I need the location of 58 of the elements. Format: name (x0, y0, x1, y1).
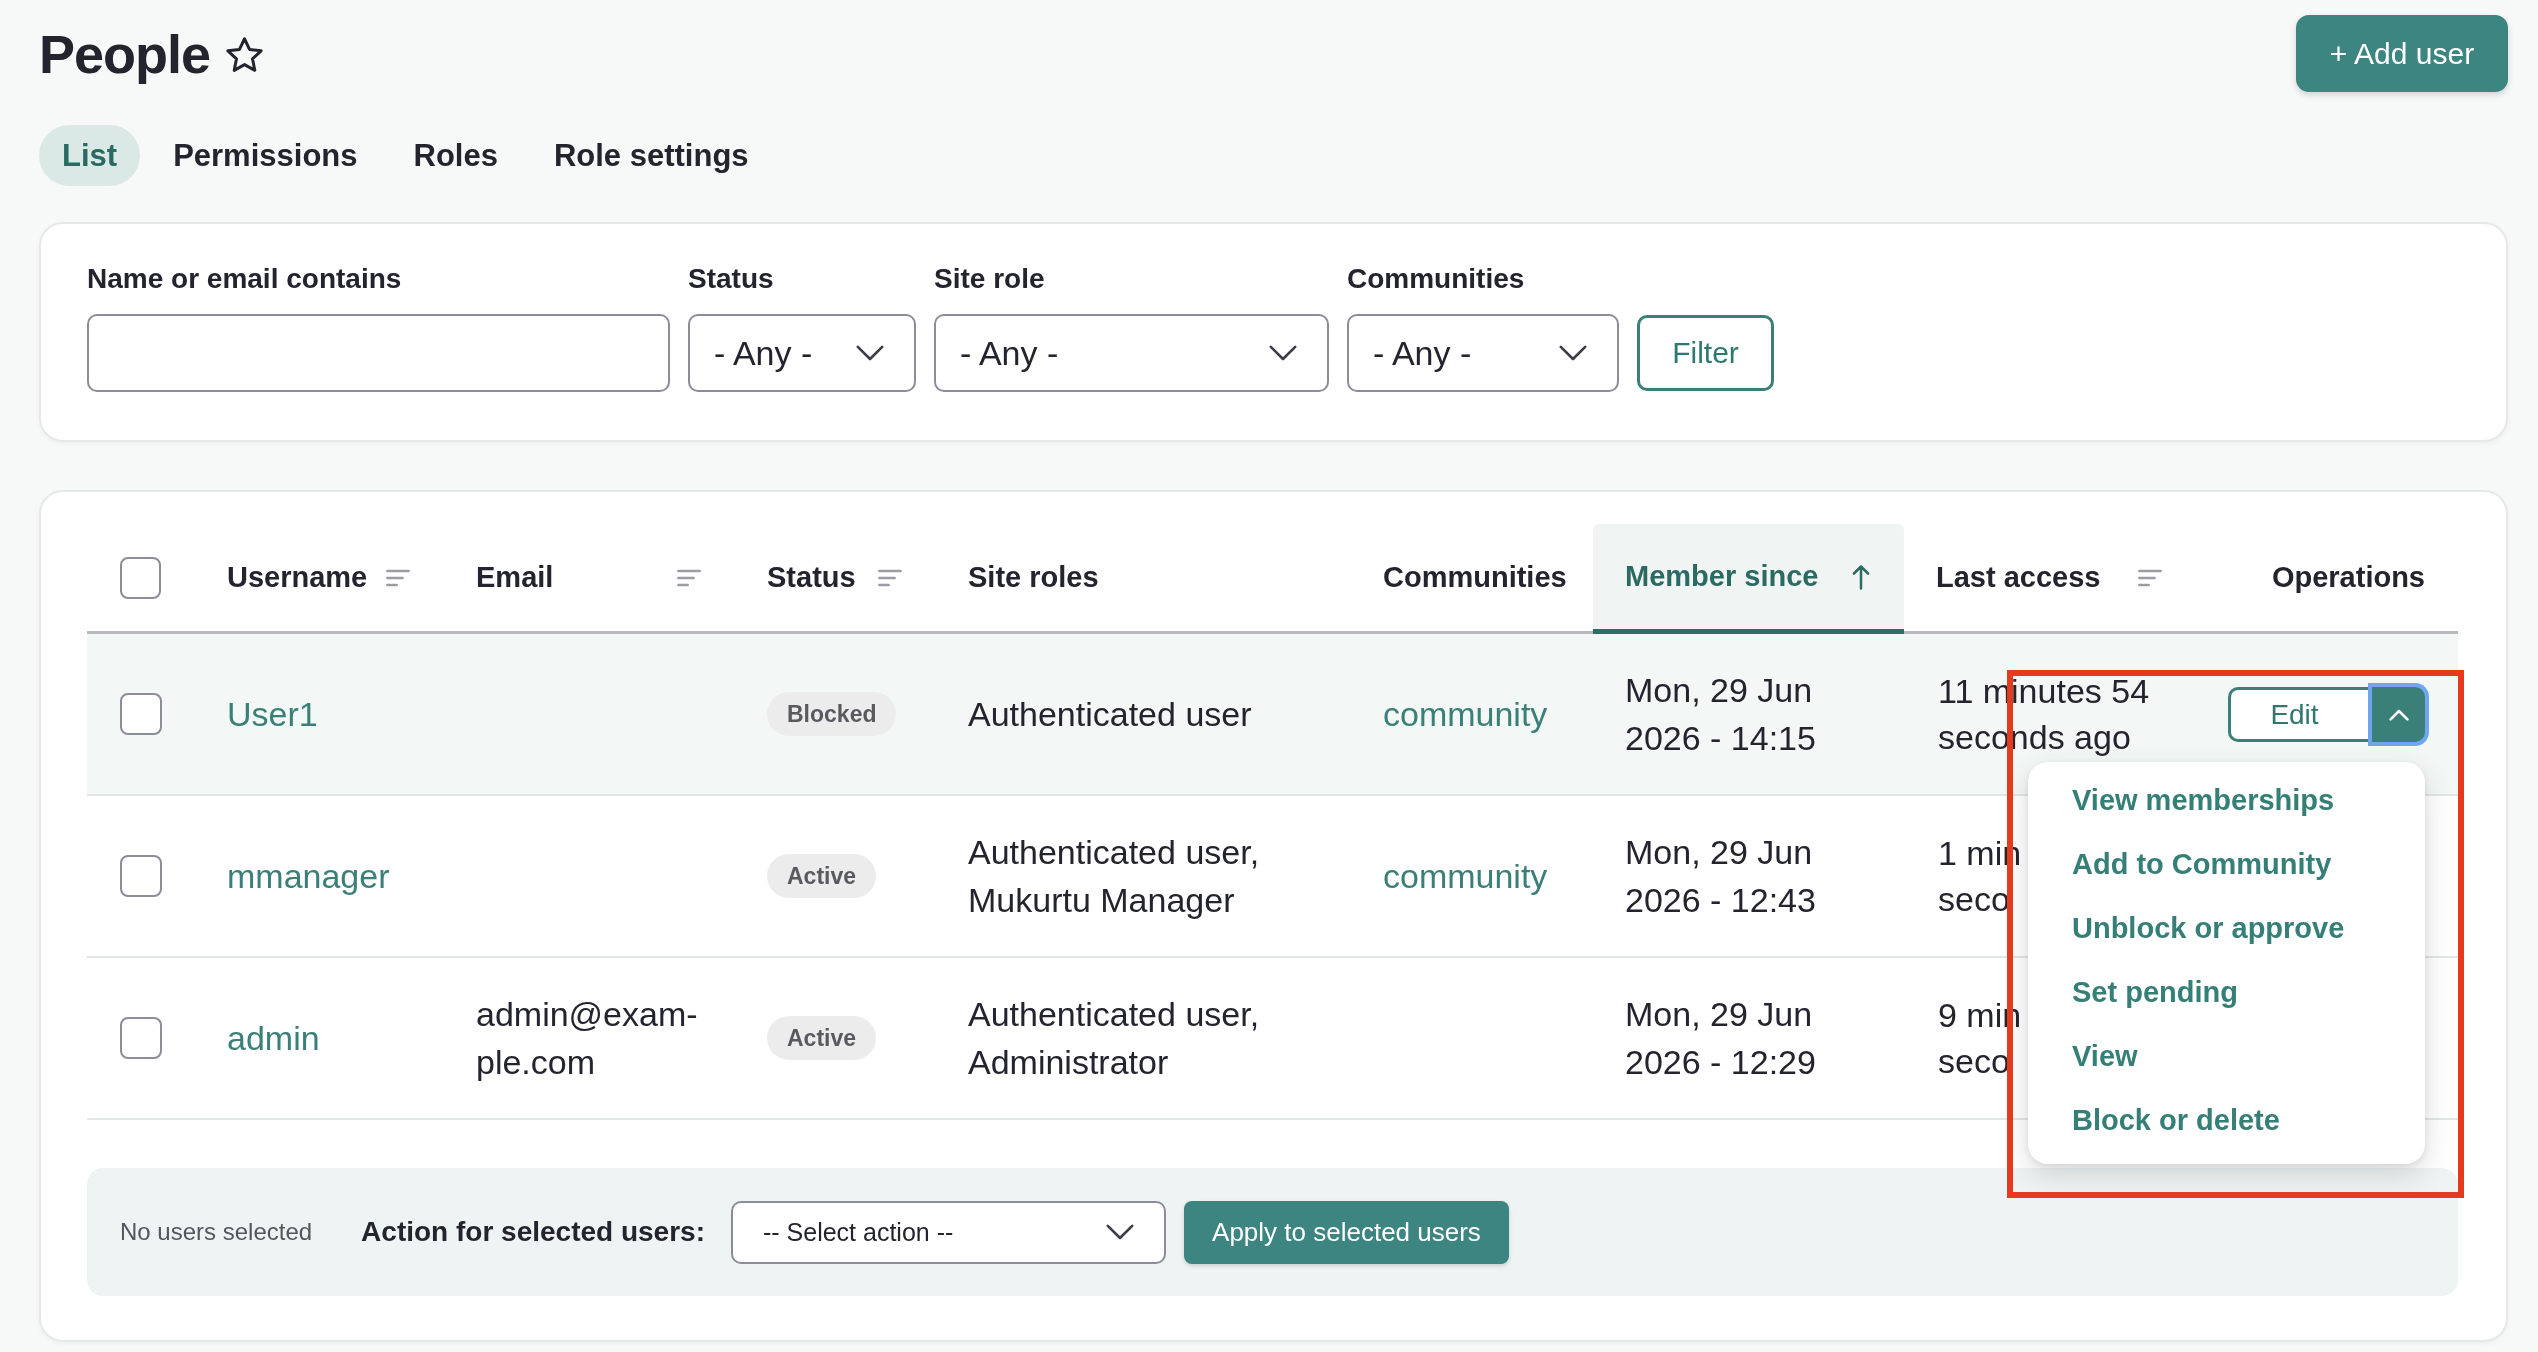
site-roles-text: Authenticated user (968, 694, 1252, 735)
field-label: Name or email contains (87, 262, 402, 296)
page-title: People (39, 22, 211, 86)
field-label: Communities (1347, 262, 1525, 296)
sort-icon (386, 568, 410, 587)
chevron-up-icon (2388, 708, 2409, 721)
action-dropdown[interactable]: -- Select action -- (730, 1200, 1166, 1264)
username-link[interactable]: User1 (227, 690, 318, 738)
sort-icon (677, 568, 701, 587)
last-access-text: seco (1938, 1041, 2010, 1082)
status-badge: Active (767, 1016, 877, 1060)
sort-icon (878, 568, 902, 587)
tab[interactable]: Roles (390, 125, 521, 186)
row-checkbox[interactable] (120, 1017, 162, 1059)
last-access-text: seco (1938, 879, 2010, 920)
status-badge: Blocked (767, 692, 897, 736)
date-text: Mon, 29 Jun 2026 - 14:15 (1625, 670, 1817, 759)
filter-button[interactable]: Filter (1637, 315, 1774, 391)
star-icon[interactable] (226, 37, 264, 72)
column-header[interactable]: Member since (1593, 524, 1904, 634)
chevron-down-icon (1105, 1224, 1134, 1240)
menu-item[interactable]: Unblock or approve (2072, 896, 2345, 960)
status-badge: Active (767, 854, 877, 898)
arrow-up-icon (1852, 563, 1870, 590)
community-link[interactable]: community (1383, 852, 1548, 900)
row-checkbox[interactable] (120, 693, 162, 735)
site-roles-text: Authenticated user, Mukurtu Manager (968, 832, 1261, 921)
select-all-checkbox[interactable] (120, 556, 161, 599)
email-text: admin@exam-ple.com (476, 994, 699, 1083)
site-roles-text: Authenticated user, Administrator (968, 994, 1261, 1083)
date-text: Mon, 29 Jun 2026 - 12:43 (1625, 832, 1817, 921)
dropdown-select[interactable]: - Any - (934, 314, 1329, 392)
selection-status-text: No users selected (120, 1218, 313, 1246)
menu-item[interactable]: View memberships (2072, 768, 2335, 832)
menu-item[interactable]: View (2072, 1024, 2138, 1088)
chevron-down-icon (1559, 345, 1587, 361)
add-user-button[interactable]: + Add user (2296, 15, 2508, 92)
menu-item[interactable]: Set pending (2072, 960, 2238, 1024)
username-link[interactable]: mmanager (227, 852, 390, 900)
action-label: Action for selected users: (361, 1216, 705, 1248)
tab[interactable]: Permissions (150, 125, 381, 186)
tab[interactable]: Role settings (530, 125, 772, 186)
row-checkbox[interactable] (120, 855, 162, 897)
dropdown-select[interactable]: - Any - (688, 314, 916, 392)
text-input[interactable] (87, 314, 670, 392)
menu-item[interactable]: Block or delete (2072, 1088, 2280, 1152)
date-text: Mon, 29 Jun 2026 - 12:29 (1625, 994, 1817, 1083)
username-link[interactable]: admin (227, 1014, 320, 1062)
sort-icon (2138, 568, 2162, 587)
field-label: Status (688, 262, 774, 296)
tab[interactable]: List (39, 125, 141, 186)
dropdown-select[interactable]: - Any - (1347, 314, 1619, 392)
menu-item[interactable]: Add to Community (2072, 832, 2332, 896)
community-link[interactable]: community (1383, 690, 1548, 738)
chevron-down-icon (856, 345, 884, 361)
apply-button[interactable]: Apply to selected users (1183, 1200, 1509, 1264)
chevron-down-icon (1269, 345, 1297, 361)
field-label: Site role (934, 262, 1045, 296)
